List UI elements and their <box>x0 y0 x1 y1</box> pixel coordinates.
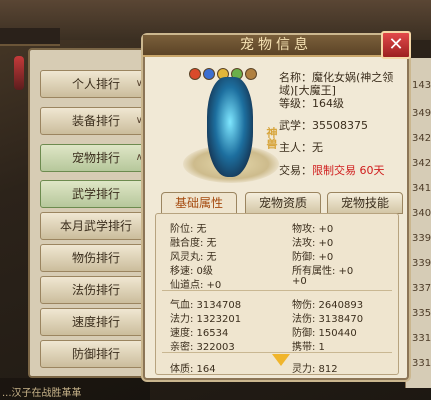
stat-magic-damage: 法伤: 3138470 <box>292 314 364 325</box>
table-cell: 340 <box>412 208 431 219</box>
tab-pet-skills[interactable]: 宠物技能 <box>327 192 403 214</box>
rank-sub-defense[interactable]: 防御排行 <box>40 340 152 368</box>
tab-basic-attributes[interactable]: 基础属性 <box>161 192 237 214</box>
stat-magic-attack: 法攻: +0 <box>292 238 334 249</box>
trade-status: 限制交易 60天 <box>312 164 385 177</box>
table-cell: 349 <box>412 108 431 119</box>
pet-portrait: 神兽 <box>179 67 279 192</box>
table-cell: 341 <box>412 183 431 194</box>
chevron-down-icon: ∨ <box>135 78 143 89</box>
stat-speed: 速度: 16534 <box>170 328 229 339</box>
lantern-decoration <box>14 56 24 90</box>
stat-constitution: 体质: 164 <box>170 364 216 375</box>
rank-sub-monthly-wuxue[interactable]: 本月武学排行 <box>40 212 152 240</box>
divine-beast-stamp: 神兽 <box>265 127 278 149</box>
stat-move-speed: 移速: 0级 <box>170 266 213 277</box>
close-icon: ✕ <box>388 34 404 55</box>
rank-sub-speed[interactable]: 速度排行 <box>40 308 152 336</box>
rank-sub-magic-damage[interactable]: 法伤排行 <box>40 276 152 304</box>
basic-attributes-panel: 阶位: 无 物攻: +0 融合度: 无 法攻: +0 风灵丸: 无 防御: +0… <box>155 213 399 375</box>
divider <box>162 290 392 291</box>
pet-trade: 交易：限制交易 60天 <box>279 164 407 177</box>
pet-wuxue: 武学：35508375 <box>279 119 368 132</box>
stat-defense-bonus: 防御: +0 <box>292 252 334 263</box>
chevron-down-icon: ∨ <box>135 115 143 126</box>
rank-tab-pet[interactable]: 宠物排行 ∧ <box>40 144 152 172</box>
stat-hp: 气血: 3134708 <box>170 300 242 311</box>
table-cell: 342 <box>412 158 431 169</box>
pet-model <box>207 77 253 177</box>
rank-sub-wuxue[interactable]: 武学排行 <box>40 180 152 208</box>
table-cell: 339 <box>412 233 431 244</box>
rank-tab-label: 装备排行 <box>71 114 120 128</box>
table-cell: 335 <box>412 308 431 319</box>
table-cell: 342 <box>412 133 431 144</box>
top-scenery <box>0 0 431 40</box>
chevron-up-icon: ∧ <box>135 152 143 163</box>
stat-tier: 阶位: 无 <box>170 224 207 235</box>
pet-level: 等级：164级 <box>279 97 407 110</box>
close-button[interactable]: ✕ <box>381 31 411 59</box>
table-cell: 331 <box>412 358 431 369</box>
stat-physical-damage: 物伤: 2640893 <box>292 300 364 311</box>
stat-physical-attack: 物攻: +0 <box>292 224 334 235</box>
chat-line: ...汉子在战胜革革 <box>0 378 150 400</box>
ranking-panel: 个人排行 ∨ 装备排行 ∨ 宠物排行 ∧ 武学排行 本月武学排行 物伤排行 法伤… <box>28 48 160 378</box>
pet-owner: 主人：无 <box>279 141 323 154</box>
table-cell: 143 <box>412 80 431 91</box>
rank-tab-label: 个人排行 <box>71 77 120 91</box>
table-cell: 331 <box>412 333 431 344</box>
dialog-title: 宠物信息 <box>143 35 409 57</box>
tab-pet-aptitude[interactable]: 宠物资质 <box>245 192 321 214</box>
scroll-down-icon[interactable] <box>272 354 290 366</box>
pet-info-dialog: 宠物信息 ✕ 神兽 名称：魔化女娲(神之领域)[大魔王] 等级：164级 武学：… <box>143 31 411 380</box>
pet-name: 名称：魔化女娲(神之领域)[大魔王] <box>279 71 394 97</box>
roof-eave <box>0 28 60 46</box>
rank-sub-physical-damage[interactable]: 物伤排行 <box>40 244 152 272</box>
stat-extra-points: +0 <box>292 276 307 287</box>
stat-all-attributes: 所有属性: +0 <box>292 266 354 277</box>
stat-fusion: 融合度: 无 <box>170 238 217 249</box>
stat-defense: 防御: 150440 <box>292 328 357 339</box>
stat-immortal-points: 仙道点: +0 <box>170 280 222 291</box>
stat-spirit: 灵力: 812 <box>292 364 338 375</box>
rank-tab-personal[interactable]: 个人排行 ∨ <box>40 70 152 98</box>
divider <box>162 352 392 353</box>
rank-tab-equipment[interactable]: 装备排行 ∨ <box>40 107 152 135</box>
stat-intimacy: 亲密: 322003 <box>170 342 235 353</box>
trade-label: 交易： <box>279 164 312 177</box>
stat-carry: 携带: 1 <box>292 342 325 353</box>
table-cell: 337 <box>412 283 431 294</box>
table-cell: 339 <box>412 258 431 269</box>
stat-mana: 法力: 1323201 <box>170 314 242 325</box>
stat-wind-pill: 风灵丸: 无 <box>170 252 217 263</box>
rank-tab-label: 宠物排行 <box>71 151 120 165</box>
